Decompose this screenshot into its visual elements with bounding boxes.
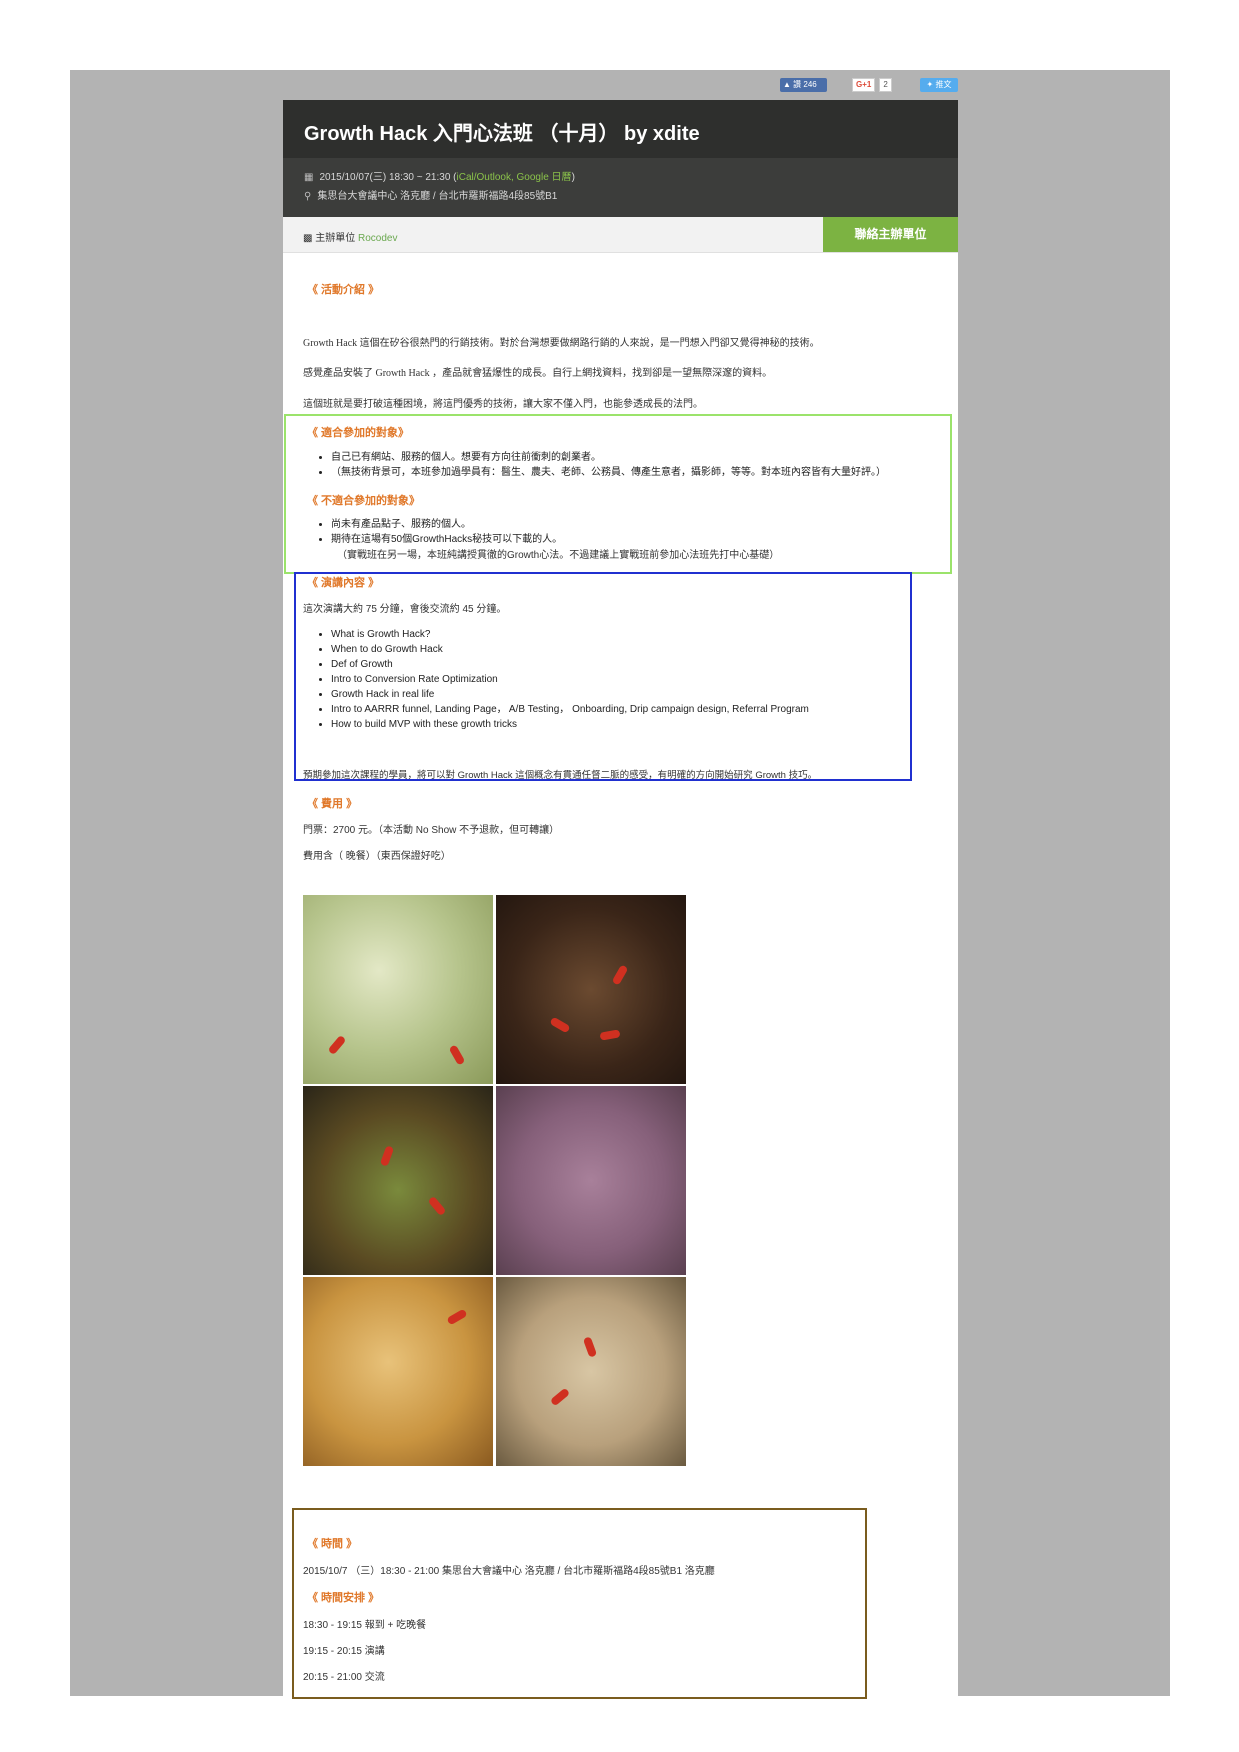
talk-outcome: 預期參加這次課程的學員，將可以對 Growth Hack 這個概念有貫通任督二脈… (303, 770, 818, 781)
fee-heading: 《 費用 》 (307, 798, 358, 810)
calendar-icon: ▦ (304, 172, 314, 183)
map-pin-icon: ⚲ (304, 191, 312, 202)
contact-organizer-button[interactable]: 聯絡主辦單位 (823, 217, 958, 252)
dinner-photo-grid (303, 895, 686, 1467)
page-title: Growth Hack 入門心法班 （十月） by xdite (304, 123, 700, 145)
unsuitable-list: 尚未有產品點子、服務的個人。 期待在這場有50個GrowthHacks秘技可以下… (303, 517, 971, 547)
list-item: Intro to Conversion Rate Optimization (331, 672, 931, 687)
twitter-icon: ✦ (926, 80, 934, 89)
fee-ticket: 門票：2700 元。（本活動 No Show 不予退款，但可轉讓） (303, 825, 560, 836)
organizer-bar: ▩ 主辦單位 Rocodev 聯絡主辦單位 (283, 217, 958, 253)
intro-paragraph-3: 這個班就是要打破這種困境，將這門優秀的技術，讓大家不僅入門，也能參透成長的法門。 (303, 399, 703, 410)
list-item: 尚未有產品點子、服務的個人。 (331, 517, 971, 532)
event-datetime: 2015/10/07(三) 18:30 ~ 21:30 ( (319, 172, 457, 183)
schedule-item: 18:30 - 19:15 報到 + 吃晚餐 (303, 1620, 427, 1631)
list-item: 期待在這場有50個GrowthHacks秘技可以下載的人。 (331, 532, 971, 547)
event-location-row: ⚲ 集思台大會議中心 洛克廳 / 台北市羅斯福路4段85號B1 (304, 187, 557, 202)
unsuitable-note: （實戰班在另一場，本班純講授貫徹的Growth心法。不過建議上實戰班前參加心法班… (337, 550, 780, 561)
onion-beef-dish-photo (496, 895, 686, 1084)
schedule-item: 20:15 - 21:00 交流 (303, 1672, 385, 1683)
list-item: What is Growth Hack? (331, 627, 931, 642)
fee-includes: 費用含（ 晚餐）（東西保證好吃） (303, 851, 451, 862)
intro-paragraph-2: 感覺產品安裝了 Growth Hack ，產品就會猛爆性的成長。自行上網找資料，… (303, 368, 773, 379)
google-plus-icon: G+1 (852, 78, 876, 92)
schedule-item: 19:15 - 20:15 演講 (303, 1646, 385, 1657)
fried-pork-cutlet-photo (303, 1277, 493, 1466)
event-datetime-row: ▦ 2015/10/07(三) 18:30 ~ 21:30 (iCal/Outlo… (304, 168, 575, 183)
time-heading: 《 時間 》 (307, 1538, 358, 1550)
suitable-heading: 《 適合參加的對象》 (307, 427, 410, 439)
suitable-list: 自己已有網站、服務的個人。想要有方向往前衝刺的創業者。 （無技術背景可，本班參加… (303, 450, 971, 480)
unsuitable-heading: 《 不適合參加的對象》 (307, 495, 421, 507)
like-label: 讚 246 (793, 80, 817, 89)
event-location: 集思台大會議中心 洛克廳 / 台北市羅斯福路4段85號B1 (317, 191, 558, 202)
intro-heading: 《 活動介紹 》 (307, 284, 380, 296)
cabbage-dish-photo (303, 895, 493, 1084)
organizer-label: 主辦單位 (315, 233, 356, 244)
facebook-like-button[interactable]: ▲ 讚 246 (780, 78, 827, 92)
list-item: When to do Growth Hack (331, 642, 931, 657)
thumbs-up-icon: ▲ (783, 80, 791, 89)
list-item: 自己已有網站、服務的個人。想要有方向往前衝刺的創業者。 (331, 450, 971, 465)
google-plus-count: 2 (879, 78, 892, 92)
steamed-fish-dish-photo (303, 1086, 493, 1275)
talk-topics-list: What is Growth Hack? When to do Growth H… (303, 627, 931, 732)
intro-paragraph-1: Growth Hack 這個在矽谷很熱門的行銷技術。對於台灣想要做網路行銷的人來… (303, 338, 820, 349)
tweet-button[interactable]: ✦ 推文 (920, 78, 958, 92)
roast-meat-dish-photo (496, 1086, 686, 1275)
calendar-links[interactable]: iCal/Outlook, Google 日曆 (457, 172, 572, 183)
list-item: Growth Hack in real life (331, 687, 931, 702)
event-meta: ▦ 2015/10/07(三) 18:30 ~ 21:30 (iCal/Outlo… (283, 158, 958, 217)
event-header: Growth Hack 入門心法班 （十月） by xdite (283, 100, 958, 158)
talk-heading: 《 演講內容 》 (307, 577, 380, 589)
sliced-meat-platter-photo (496, 1277, 686, 1466)
time-text: 2015/10/7 （三）18:30 - 21:00 集思台大會議中心 洛克廳 … (303, 1566, 715, 1577)
organizer-info: ▩ 主辦單位 Rocodev (303, 229, 397, 244)
organizer-name-link[interactable]: Rocodev (358, 233, 397, 244)
tweet-label: 推文 (935, 80, 952, 89)
sitemap-icon: ▩ (303, 233, 313, 244)
list-item: How to build MVP with these growth trick… (331, 717, 931, 732)
event-datetime-close: ) (571, 172, 575, 183)
schedule-heading: 《 時間安排 》 (307, 1592, 380, 1604)
list-item: Def of Growth (331, 657, 931, 672)
google-plus-button[interactable]: G+1 2 (852, 78, 894, 92)
list-item: （無技術背景可，本班參加過學員有：醫生、農夫、老師、公務員、傳產生意者，攝影師，… (331, 465, 971, 480)
list-item: Intro to AARRR funnel, Landing Page， A/B… (331, 702, 931, 717)
talk-intro: 這次演講大約 75 分鐘，會後交流約 45 分鐘。 (303, 604, 507, 615)
